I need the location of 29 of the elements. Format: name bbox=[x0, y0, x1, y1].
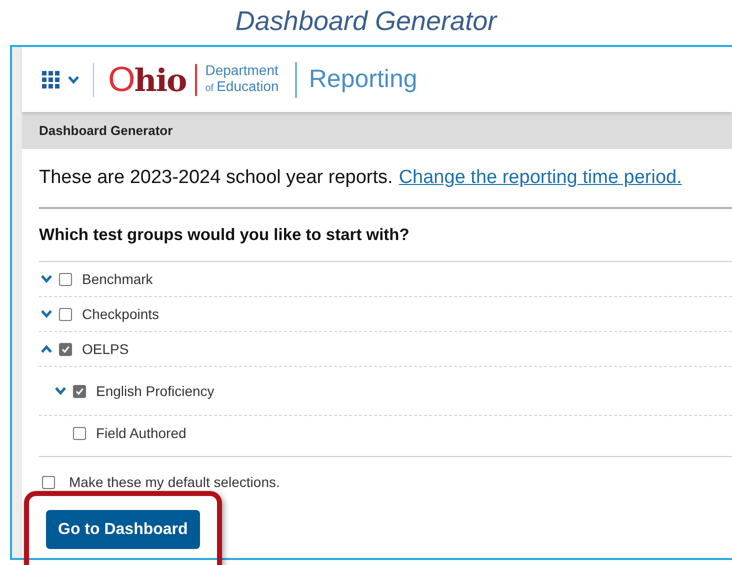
checkbox[interactable] bbox=[73, 426, 86, 440]
change-period-link[interactable]: Change the reporting time period. bbox=[398, 167, 682, 189]
tree-item-label[interactable]: Benchmark bbox=[82, 271, 153, 287]
checkbox[interactable] bbox=[73, 384, 86, 398]
page-caption: Dashboard Generator bbox=[234, 5, 498, 38]
tree-item-label[interactable]: Checkpoints bbox=[82, 306, 160, 322]
chevron-down-icon[interactable] bbox=[68, 76, 79, 84]
apps-grid-icon[interactable] bbox=[42, 70, 60, 88]
checkbox[interactable] bbox=[59, 342, 72, 356]
notice-text: These are 2023-2024 school year reports. bbox=[39, 167, 393, 189]
question-heading: Which test groups would you like to start with? bbox=[39, 209, 732, 262]
chevron-down-icon[interactable] bbox=[54, 387, 66, 395]
logo-wordmark: Ohio bbox=[108, 60, 186, 100]
chevron-up-icon[interactable] bbox=[40, 345, 52, 353]
tree-item-label[interactable]: English Proficiency bbox=[96, 383, 214, 399]
logo-text: Education bbox=[216, 78, 279, 94]
checkbox[interactable] bbox=[59, 272, 72, 286]
chevron-down-icon[interactable] bbox=[40, 275, 52, 283]
checkbox[interactable] bbox=[59, 308, 72, 320]
checkbox[interactable] bbox=[42, 476, 55, 488]
logo-text: of bbox=[205, 82, 214, 96]
tree-item-label[interactable]: OELPS bbox=[82, 341, 129, 357]
breadcrumb-title: Dashboard Generator bbox=[39, 123, 173, 138]
checkbox-label[interactable]: Make these my default selections. bbox=[69, 474, 280, 490]
chevron-down-icon[interactable] bbox=[40, 310, 52, 318]
go-to-dashboard-button[interactable]: Go to Dashboard bbox=[46, 510, 200, 549]
app-title: Reporting bbox=[308, 65, 418, 94]
tree-item-label[interactable]: Field Authored bbox=[96, 425, 186, 441]
logo-text: Department bbox=[205, 62, 279, 78]
